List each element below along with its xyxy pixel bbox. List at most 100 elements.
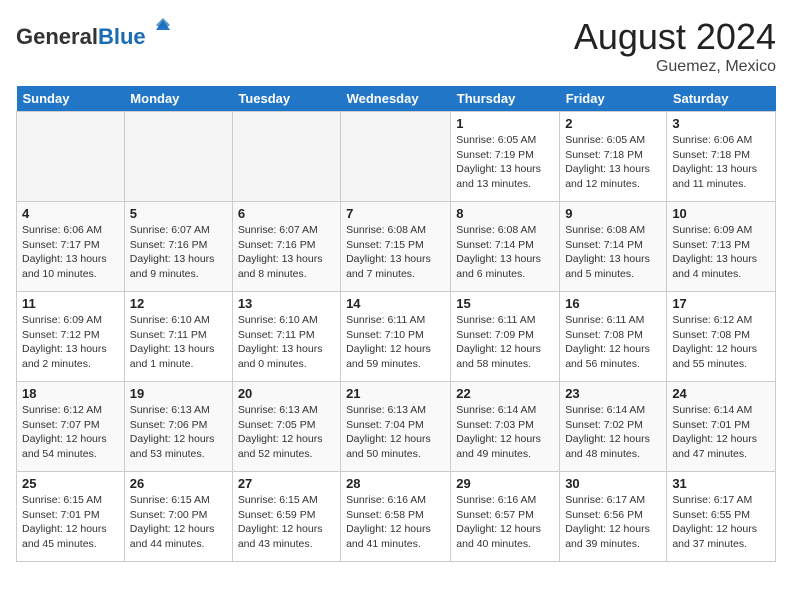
- calendar-cell: 7Sunrise: 6:08 AM Sunset: 7:15 PM Daylig…: [341, 202, 451, 292]
- calendar-header-tuesday: Tuesday: [232, 86, 340, 112]
- calendar-cell: 2Sunrise: 6:05 AM Sunset: 7:18 PM Daylig…: [560, 112, 667, 202]
- day-number: 18: [22, 386, 119, 401]
- calendar-cell: 9Sunrise: 6:08 AM Sunset: 7:14 PM Daylig…: [560, 202, 667, 292]
- day-info: Sunrise: 6:17 AM Sunset: 6:56 PM Dayligh…: [565, 493, 661, 552]
- calendar-cell: 13 Sunrise: 6:10 AM Sunset: 7:11 PM Dayli…: [232, 292, 340, 382]
- calendar-cell: 20 Sunrise: 6:13 AM Sunset: 7:05 PM Dayli…: [232, 382, 340, 472]
- calendar-cell: 27 Sunrise: 6:15 AM Sunset: 6:59 PM Dayli…: [232, 472, 340, 562]
- day-info: Sunrise: 6:16 AM Sunset: 6:58 PM Dayligh…: [346, 493, 445, 552]
- day-number: 27: [238, 476, 335, 491]
- calendar-cell: 8 Sunrise: 6:08 AM Sunset: 7:14 PM Daylig…: [451, 202, 560, 292]
- day-number: 23: [565, 386, 661, 401]
- calendar-week-row: 11 Sunrise: 6:09 AM Sunset: 7:12 PM Dayli…: [17, 292, 776, 382]
- day-number: 2: [565, 116, 661, 131]
- calendar-header-friday: Friday: [560, 86, 667, 112]
- day-info: Sunrise: 6:10 AM Sunset: 7:11 PM Dayligh…: [238, 313, 335, 372]
- day-number: 28: [346, 476, 445, 491]
- calendar-cell: [17, 112, 125, 202]
- calendar-header-sunday: Sunday: [17, 86, 125, 112]
- day-info: Sunrise: 6:13 AM Sunset: 7:06 PM Dayligh…: [130, 403, 227, 462]
- calendar-week-row: 18 Sunrise: 6:12 AM Sunset: 7:07 PM Dayli…: [17, 382, 776, 472]
- calendar-table: SundayMondayTuesdayWednesdayThursdayFrid…: [16, 86, 776, 562]
- calendar-cell: 5Sunrise: 6:07 AM Sunset: 7:16 PM Daylig…: [124, 202, 232, 292]
- calendar-cell: 1 Sunrise: 6:05 AM Sunset: 7:19 PM Daylig…: [451, 112, 560, 202]
- day-info: Sunrise: 6:13 AM Sunset: 7:05 PM Dayligh…: [238, 403, 335, 462]
- day-info: Sunrise: 6:08 AM Sunset: 7:14 PM Dayligh…: [565, 223, 661, 282]
- calendar-cell: 22 Sunrise: 6:14 AM Sunset: 7:03 PM Dayli…: [451, 382, 560, 472]
- calendar-header-saturday: Saturday: [667, 86, 776, 112]
- calendar-week-row: 4Sunrise: 6:06 AM Sunset: 7:17 PM Daylig…: [17, 202, 776, 292]
- day-number: 19: [130, 386, 227, 401]
- day-number: 14: [346, 296, 445, 311]
- day-info: Sunrise: 6:09 AM Sunset: 7:12 PM Dayligh…: [22, 313, 119, 372]
- calendar-week-row: 25 Sunrise: 6:15 AM Sunset: 7:01 PM Dayli…: [17, 472, 776, 562]
- calendar-cell: 4Sunrise: 6:06 AM Sunset: 7:17 PM Daylig…: [17, 202, 125, 292]
- location: Guemez, Mexico: [574, 58, 776, 76]
- day-info: Sunrise: 6:08 AM Sunset: 7:14 PM Dayligh…: [456, 223, 554, 282]
- calendar-cell: 29 Sunrise: 6:16 AM Sunset: 6:57 PM Dayli…: [451, 472, 560, 562]
- day-number: 21: [346, 386, 445, 401]
- day-number: 4: [22, 206, 119, 221]
- calendar-cell: 26Sunrise: 6:15 AM Sunset: 7:00 PM Dayli…: [124, 472, 232, 562]
- calendar-cell: 14Sunrise: 6:11 AM Sunset: 7:10 PM Dayli…: [341, 292, 451, 382]
- calendar-cell: 15 Sunrise: 6:11 AM Sunset: 7:09 PM Dayli…: [451, 292, 560, 382]
- calendar-cell: 21 Sunrise: 6:13 AM Sunset: 7:04 PM Dayli…: [341, 382, 451, 472]
- day-info: Sunrise: 6:15 AM Sunset: 7:01 PM Dayligh…: [22, 493, 119, 552]
- day-number: 11: [22, 296, 119, 311]
- calendar-cell: 25 Sunrise: 6:15 AM Sunset: 7:01 PM Dayli…: [17, 472, 125, 562]
- day-number: 29: [456, 476, 554, 491]
- day-number: 13: [238, 296, 335, 311]
- day-number: 25: [22, 476, 119, 491]
- calendar-cell: 3 Sunrise: 6:06 AM Sunset: 7:18 PM Daylig…: [667, 112, 776, 202]
- logo-text: GeneralBlue: [16, 16, 172, 50]
- page-header: GeneralBlue August 2024 Guemez, Mexico: [16, 16, 776, 76]
- day-info: Sunrise: 6:14 AM Sunset: 7:03 PM Dayligh…: [456, 403, 554, 462]
- day-number: 17: [672, 296, 770, 311]
- calendar-cell: 24 Sunrise: 6:14 AM Sunset: 7:01 PM Dayli…: [667, 382, 776, 472]
- calendar-cell: 10 Sunrise: 6:09 AM Sunset: 7:13 PM Dayli…: [667, 202, 776, 292]
- day-info: Sunrise: 6:09 AM Sunset: 7:13 PM Dayligh…: [672, 223, 770, 282]
- day-number: 7: [346, 206, 445, 221]
- day-info: Sunrise: 6:10 AM Sunset: 7:11 PM Dayligh…: [130, 313, 227, 372]
- day-number: 30: [565, 476, 661, 491]
- logo-general: General: [16, 24, 98, 49]
- calendar-header-monday: Monday: [124, 86, 232, 112]
- day-info: Sunrise: 6:14 AM Sunset: 7:02 PM Dayligh…: [565, 403, 661, 462]
- day-number: 16: [565, 296, 661, 311]
- title-block: August 2024 Guemez, Mexico: [574, 16, 776, 76]
- day-number: 31: [672, 476, 770, 491]
- logo-icon: [154, 16, 172, 34]
- calendar-cell: 17Sunrise: 6:12 AM Sunset: 7:08 PM Dayli…: [667, 292, 776, 382]
- day-number: 3: [672, 116, 770, 131]
- calendar-cell: 23 Sunrise: 6:14 AM Sunset: 7:02 PM Dayli…: [560, 382, 667, 472]
- day-number: 20: [238, 386, 335, 401]
- month-title: August 2024: [574, 16, 776, 58]
- calendar-cell: 19 Sunrise: 6:13 AM Sunset: 7:06 PM Dayli…: [124, 382, 232, 472]
- calendar-cell: 30 Sunrise: 6:17 AM Sunset: 6:56 PM Dayli…: [560, 472, 667, 562]
- day-info: Sunrise: 6:14 AM Sunset: 7:01 PM Dayligh…: [672, 403, 770, 462]
- day-number: 26: [130, 476, 227, 491]
- calendar-cell: 16 Sunrise: 6:11 AM Sunset: 7:08 PM Dayli…: [560, 292, 667, 382]
- day-info: Sunrise: 6:11 AM Sunset: 7:09 PM Dayligh…: [456, 313, 554, 372]
- calendar-header-wednesday: Wednesday: [341, 86, 451, 112]
- logo-blue: Blue: [98, 24, 146, 49]
- day-info: Sunrise: 6:11 AM Sunset: 7:08 PM Dayligh…: [565, 313, 661, 372]
- calendar-cell: [232, 112, 340, 202]
- day-info: Sunrise: 6:13 AM Sunset: 7:04 PM Dayligh…: [346, 403, 445, 462]
- day-info: Sunrise: 6:15 AM Sunset: 6:59 PM Dayligh…: [238, 493, 335, 552]
- calendar-cell: 31Sunrise: 6:17 AM Sunset: 6:55 PM Dayli…: [667, 472, 776, 562]
- calendar-cell: 12Sunrise: 6:10 AM Sunset: 7:11 PM Dayli…: [124, 292, 232, 382]
- calendar-cell: 11 Sunrise: 6:09 AM Sunset: 7:12 PM Dayli…: [17, 292, 125, 382]
- day-number: 1: [456, 116, 554, 131]
- day-info: Sunrise: 6:07 AM Sunset: 7:16 PM Dayligh…: [238, 223, 335, 282]
- day-info: Sunrise: 6:12 AM Sunset: 7:07 PM Dayligh…: [22, 403, 119, 462]
- day-number: 6: [238, 206, 335, 221]
- day-info: Sunrise: 6:05 AM Sunset: 7:19 PM Dayligh…: [456, 133, 554, 192]
- day-info: Sunrise: 6:16 AM Sunset: 6:57 PM Dayligh…: [456, 493, 554, 552]
- day-number: 24: [672, 386, 770, 401]
- day-number: 15: [456, 296, 554, 311]
- day-info: Sunrise: 6:06 AM Sunset: 7:18 PM Dayligh…: [672, 133, 770, 192]
- day-number: 10: [672, 206, 770, 221]
- day-number: 8: [456, 206, 554, 221]
- day-number: 22: [456, 386, 554, 401]
